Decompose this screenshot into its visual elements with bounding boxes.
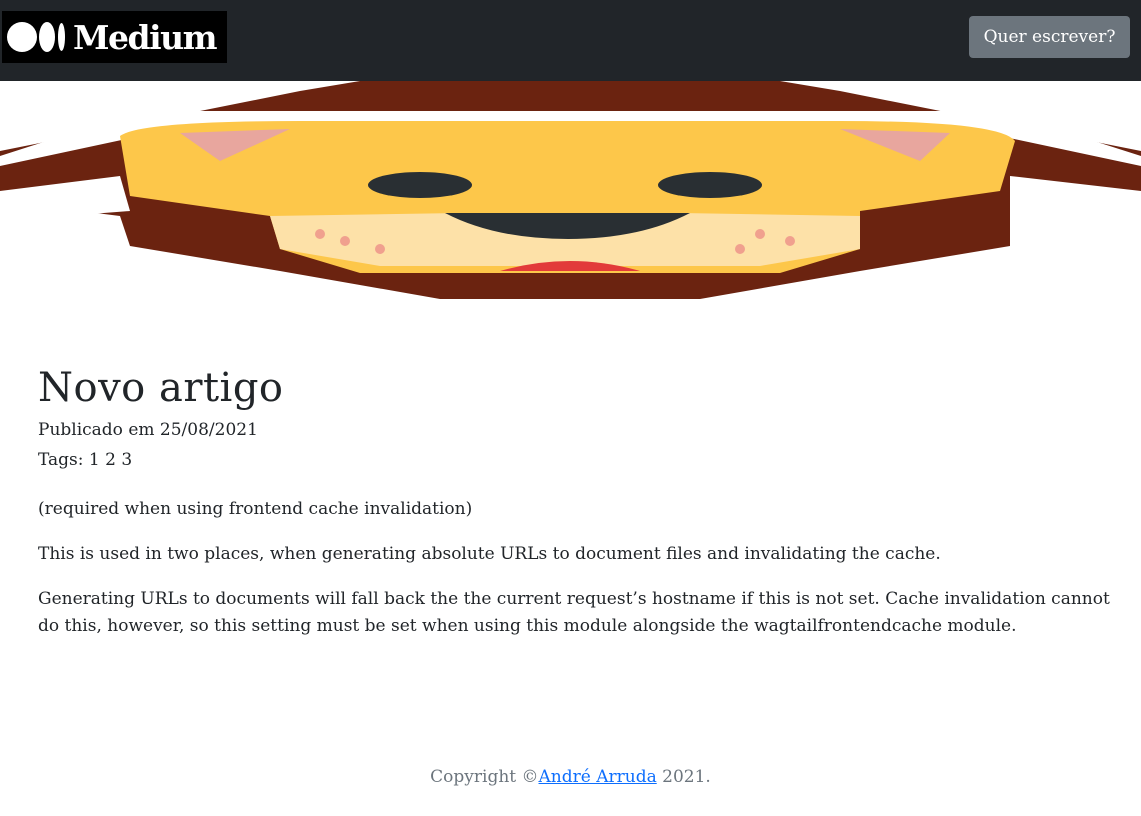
navbar: Medium Quer escrever? bbox=[0, 0, 1141, 81]
article-paragraph: This is used in two places, when generat… bbox=[38, 544, 941, 564]
article-paragraph: Generating URLs to documents will fall b… bbox=[38, 589, 1110, 636]
brand-name: Medium bbox=[73, 17, 218, 57]
article: Novo artigo Publicado em 25/08/2021 Tags… bbox=[38, 360, 1118, 658]
tag-item: 3 bbox=[121, 450, 133, 470]
copyright-year: 2021. bbox=[656, 767, 711, 787]
footer: Copyright ©André Arruda 2021. bbox=[0, 767, 1141, 787]
write-button[interactable]: Quer escrever? bbox=[969, 16, 1130, 58]
lion-face-icon bbox=[0, 81, 1141, 299]
copyright-prefix: Copyright © bbox=[430, 767, 539, 787]
article-paragraph: (required when using frontend cache inva… bbox=[38, 499, 473, 519]
tag-item: 1 bbox=[88, 450, 100, 470]
hero-banner bbox=[0, 81, 1141, 305]
medium-logo-icon bbox=[7, 19, 71, 55]
lion-eye-left bbox=[368, 172, 472, 198]
article-title: Novo artigo bbox=[38, 365, 284, 411]
tags-line: Tags: 1 2 3 bbox=[38, 446, 1118, 474]
lion-eye-right bbox=[658, 172, 762, 198]
tag-item: 2 bbox=[105, 450, 116, 470]
publish-date: Publicado em 25/08/2021 bbox=[38, 420, 258, 440]
author-link[interactable]: André Arruda bbox=[539, 767, 657, 787]
tags-label: Tags: bbox=[38, 450, 84, 470]
medium-logo-link[interactable]: Medium bbox=[2, 11, 227, 63]
